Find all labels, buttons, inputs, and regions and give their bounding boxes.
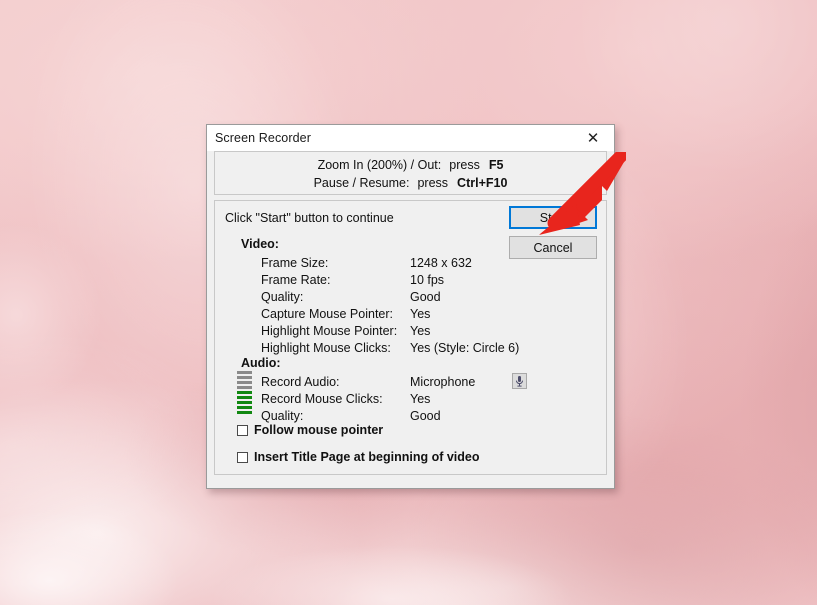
setting-value: Microphone	[410, 374, 476, 389]
option-label: Follow mouse pointer	[254, 423, 384, 437]
close-icon[interactable]: ✕	[572, 125, 614, 151]
setting-key: Record Audio:	[261, 374, 340, 389]
dialog-body: Zoom In (200%) / Out: press F5 Pause / R…	[207, 151, 614, 482]
audio-section-heading: Audio:	[241, 356, 281, 370]
setting-value: Good	[410, 408, 441, 423]
setting-row-video-quality: Quality: Good	[261, 288, 519, 305]
setting-key: Quality:	[261, 408, 304, 423]
hint-label-pause: Pause / Resume:	[313, 176, 410, 190]
option-insert-title-page[interactable]: Insert Title Page at beginning of video	[237, 450, 480, 464]
setting-value: 1248 x 632	[410, 255, 472, 270]
hint-label-zoom: Zoom In (200%) / Out:	[317, 158, 442, 172]
setting-row-frame-size: Frame Size: 1248 x 632	[261, 254, 519, 271]
hint-key-pause: Ctrl+F10	[457, 176, 508, 190]
setting-key: Quality:	[261, 289, 304, 304]
video-section-heading: Video:	[241, 237, 279, 251]
setting-row-audio-quality: Quality: Good	[261, 407, 475, 424]
setting-key: Highlight Mouse Clicks:	[261, 340, 391, 355]
hint-press-pause: press	[417, 176, 449, 190]
setting-row-highlight-mouse-pointer: Highlight Mouse Pointer: Yes	[261, 322, 519, 339]
hint-row-zoom: Zoom In (200%) / Out: press F5	[215, 156, 606, 174]
video-settings-list: Frame Size: 1248 x 632 Frame Rate: 10 fp…	[261, 254, 519, 356]
audio-settings-list: Record Audio: Microphone Record Mouse Cl…	[261, 373, 475, 424]
dialog-title: Screen Recorder	[215, 131, 311, 145]
setting-value: Good	[410, 289, 441, 304]
shortcut-hint-panel: Zoom In (200%) / Out: press F5 Pause / R…	[214, 151, 607, 195]
screen-recorder-dialog: Screen Recorder ✕ Zoom In (200%) / Out: …	[206, 124, 615, 489]
instruction-text: Click "Start" button to continue	[225, 211, 394, 225]
setting-row-record-mouse-clicks: Record Mouse Clicks: Yes	[261, 390, 475, 407]
hint-press-zoom: press	[449, 158, 480, 172]
setting-row-capture-mouse-pointer: Capture Mouse Pointer: Yes	[261, 305, 519, 322]
setting-value: Yes	[410, 391, 431, 406]
start-button[interactable]: Start	[509, 206, 597, 229]
setting-row-record-audio: Record Audio: Microphone	[261, 373, 475, 390]
setting-key: Frame Size:	[261, 255, 329, 270]
setting-key: Frame Rate:	[261, 272, 331, 287]
setting-value: 10 fps	[410, 272, 445, 287]
hint-key-zoom: F5	[488, 158, 504, 172]
setting-value: Yes (Style: Circle 6)	[410, 340, 520, 355]
cancel-button[interactable]: Cancel	[509, 236, 597, 259]
microphone-glyph	[516, 376, 523, 387]
setting-key: Record Mouse Clicks:	[261, 391, 383, 406]
dialog-titlebar[interactable]: Screen Recorder ✕	[207, 125, 614, 151]
setting-key: Highlight Mouse Pointer:	[261, 323, 398, 338]
hint-row-pause: Pause / Resume: press Ctrl+F10	[215, 174, 606, 192]
setting-row-highlight-mouse-clicks: Highlight Mouse Clicks: Yes (Style: Circ…	[261, 339, 519, 356]
checkbox-follow-mouse-pointer[interactable]	[237, 424, 248, 436]
option-label: Insert Title Page at beginning of video	[254, 450, 480, 464]
option-follow-mouse-pointer[interactable]: Follow mouse pointer	[237, 423, 383, 437]
setting-value: Yes	[410, 323, 431, 338]
setting-value: Yes	[410, 306, 431, 321]
setting-row-frame-rate: Frame Rate: 10 fps	[261, 271, 519, 288]
checkbox-insert-title-page[interactable]	[237, 451, 248, 463]
setting-key: Capture Mouse Pointer:	[261, 306, 394, 321]
audio-level-meter-icon	[237, 371, 252, 416]
microphone-icon[interactable]	[512, 373, 527, 389]
settings-panel: Click "Start" button to continue Start C…	[214, 200, 607, 475]
